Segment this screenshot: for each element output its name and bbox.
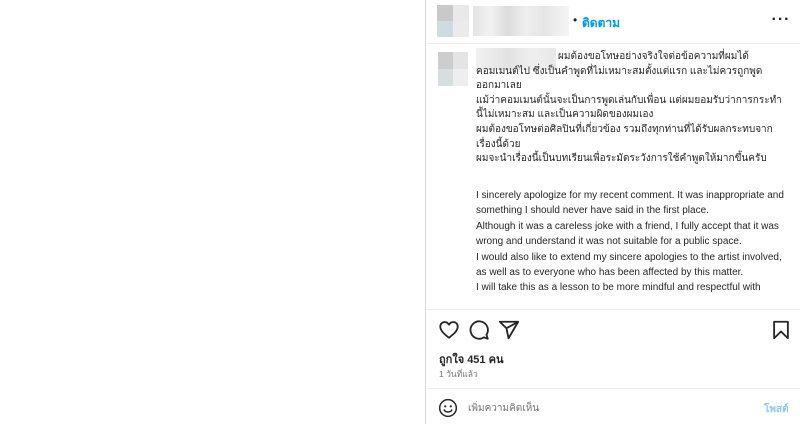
comment-bar: โพสต์ xyxy=(426,388,800,424)
post-side-panel: • ติดตาม ··· ผมต้องขอโทษอย่างจริงใจต่อข้… xyxy=(425,0,800,424)
caption-thai-line: ออกมาเลย xyxy=(476,80,522,92)
caption-avatar[interactable] xyxy=(438,52,468,86)
comment-icon[interactable] xyxy=(468,319,490,341)
caption-thai-text: ผมต้องขอโทษอย่างจริงใจต่อข้อความที่ผมได้… xyxy=(476,50,794,167)
caption-thai-line: แม้ว่าคอมเมนต์นั้นจะเป็นการพูดเล่นกับเพื… xyxy=(476,94,782,106)
caption-thai-line: คอมเมนต์ไป ซึ่งเป็นคำพูดที่ไม่เหมาะสมตั้… xyxy=(476,65,763,77)
avatar[interactable] xyxy=(437,5,469,37)
emoji-icon[interactable] xyxy=(438,398,458,418)
caption-thai-line: นี้ไม่เหมาะสม และเป็นความผิดของผมเอง xyxy=(476,109,654,121)
media-area xyxy=(0,0,425,424)
caption-english-paragraph: I would also like to extend my sincere a… xyxy=(476,251,782,279)
bookmark-icon[interactable] xyxy=(770,319,792,341)
separator-dot: • xyxy=(573,13,578,27)
username-blurred[interactable] xyxy=(473,6,569,36)
post-timestamp[interactable]: 1 วันที่แล้ว xyxy=(439,367,478,381)
action-bar xyxy=(426,309,800,350)
paper-plane-icon[interactable] xyxy=(498,319,520,341)
caption-thai-line: ผมต้องขอโทษต่อศิลปินที่เกี่ยวข้อง รวมถึง… xyxy=(476,123,773,135)
caption-english-paragraph: I sincerely apologize for my recent comm… xyxy=(476,190,784,217)
caption-english-paragraph: Although it was a careless joke with a f… xyxy=(476,220,779,248)
post-comment-button[interactable]: โพสต์ xyxy=(764,402,789,417)
likes-count[interactable]: ถูกใจ 451 คน xyxy=(439,350,503,368)
caption-thai-line: ผมจะนำเรื่องนี้เป็นบทเรียนเพื่อระมัดระวั… xyxy=(476,153,767,165)
caption-thai-line: เรื่องนี้ด้วย xyxy=(476,138,521,150)
caption-thai-line: ผมต้องขอโทษอย่างจริงใจต่อข้อความที่ผมได้ xyxy=(558,51,749,62)
caption-english-text: I sincerely apologize for my recent comm… xyxy=(476,188,786,296)
heart-icon[interactable] xyxy=(438,319,460,341)
more-options-icon[interactable]: ··· xyxy=(771,10,791,30)
follow-button[interactable]: ติดตาม xyxy=(582,14,620,33)
post-header: • ติดตาม ··· xyxy=(426,0,800,44)
comment-input[interactable] xyxy=(468,397,748,419)
caption-area: ผมต้องขอโทษอย่างจริงใจต่อข้อความที่ผมได้… xyxy=(426,44,800,308)
caption-english-paragraph: I will take this as a lesson to be more … xyxy=(476,282,761,294)
